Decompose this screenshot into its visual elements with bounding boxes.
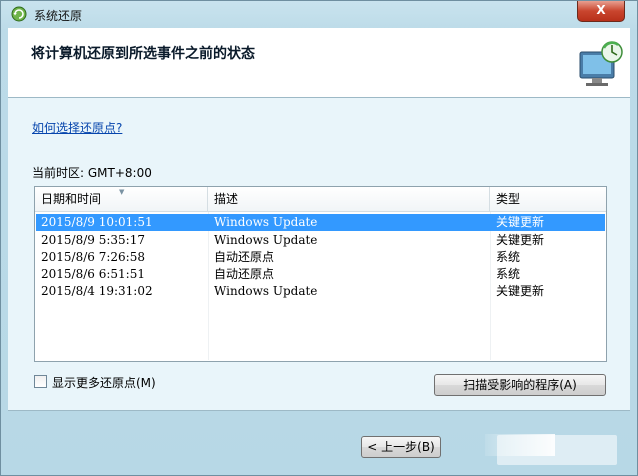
- wizard-header: 将计算机还原到所选事件之前的状态: [8, 28, 630, 98]
- column-header-label: 描述: [214, 192, 239, 206]
- cell-type: 关键更新: [496, 215, 545, 229]
- cell-description: 自动还原点: [214, 250, 275, 264]
- system-restore-window: 系统还原 X 将计算机还原到所选事件之前的状态 如何选择还原点? 当前时区: G…: [0, 0, 638, 476]
- cell-type: 系统: [496, 250, 521, 264]
- restore-monitor-icon: [579, 41, 623, 86]
- close-button[interactable]: X: [577, 1, 625, 22]
- page-title: 将计算机还原到所选事件之前的状态: [31, 46, 255, 62]
- cell-date: 2015/8/9 10:01:51: [41, 215, 153, 229]
- table-row[interactable]: 2015/8/9 5:35:17 Windows Update 关键更新: [36, 232, 605, 249]
- column-header-date[interactable]: ▼ 日期和时间: [35, 187, 208, 211]
- back-button[interactable]: < 上一步(B): [361, 436, 441, 458]
- cell-type: 关键更新: [496, 284, 545, 298]
- table-row[interactable]: 2015/8/9 10:01:51 Windows Update 关键更新: [36, 214, 605, 231]
- column-header-label: 日期和时间: [41, 192, 102, 206]
- cell-description: 自动还原点: [214, 267, 275, 281]
- help-link[interactable]: 如何选择还原点?: [32, 119, 122, 136]
- show-more-checkbox[interactable]: [34, 375, 47, 388]
- window-title: 系统还原: [34, 9, 83, 23]
- column-header-label: 类型: [496, 192, 521, 206]
- cell-type: 系统: [496, 267, 521, 281]
- cell-date: 2015/8/9 5:35:17: [41, 233, 145, 247]
- timezone-label: 当前时区: GMT+8:00: [32, 166, 152, 180]
- column-header-type[interactable]: 类型: [490, 187, 606, 211]
- scan-affected-programs-button[interactable]: 扫描受影响的程序(A): [434, 374, 606, 396]
- table-row[interactable]: 2015/8/4 19:31:02 Windows Update 关键更新: [36, 283, 605, 300]
- cell-date: 2015/8/6 7:26:58: [41, 250, 145, 264]
- cell-description: Windows Update: [214, 215, 318, 229]
- title-bar[interactable]: 系统还原 X: [1, 1, 637, 27]
- sort-arrow-icon: ▼: [119, 188, 125, 196]
- show-more-label[interactable]: 显示更多还原点(M): [52, 374, 156, 391]
- table-row[interactable]: 2015/8/6 6:51:51 自动还原点 系统: [36, 266, 605, 283]
- cell-description: Windows Update: [214, 233, 318, 247]
- cell-type: 关键更新: [496, 233, 545, 247]
- list-header: ▼ 日期和时间 描述 类型: [35, 187, 606, 212]
- system-restore-icon: [11, 6, 27, 22]
- cell-date: 2015/8/6 6:51:51: [41, 267, 145, 281]
- table-row[interactable]: 2015/8/6 7:26:58 自动还原点 系统: [36, 249, 605, 266]
- wizard-content: 如何选择还原点? 当前时区: GMT+8:00 ▼ 日期和时间 描述 类型 20…: [8, 98, 630, 410]
- cell-date: 2015/8/4 19:31:02: [41, 284, 153, 298]
- column-header-description[interactable]: 描述: [208, 187, 490, 211]
- watermark-overlay: [497, 435, 617, 465]
- footer-divider: [8, 410, 630, 411]
- restore-point-list[interactable]: ▼ 日期和时间 描述 类型 2015/8/9 10:01:51 Windows …: [34, 186, 607, 362]
- cell-description: Windows Update: [214, 284, 318, 298]
